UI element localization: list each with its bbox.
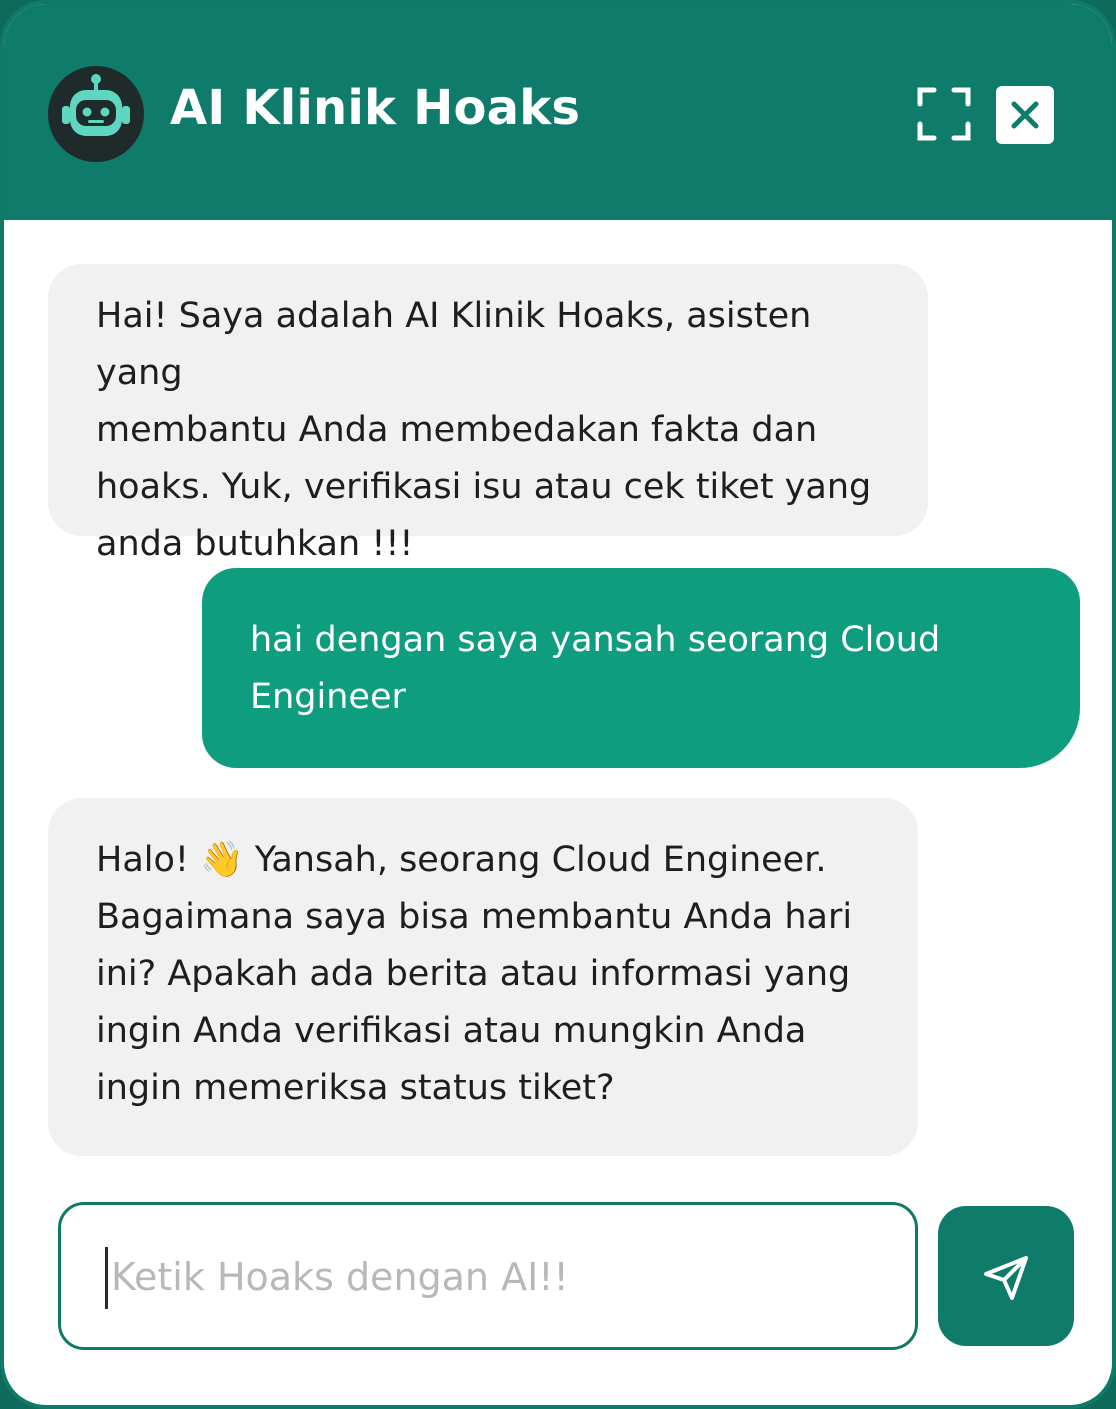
bot-message: Halo! 👋 Yansah, seorang Cloud Engineer. … xyxy=(48,798,918,1156)
fullscreen-icon xyxy=(917,87,971,141)
send-icon xyxy=(984,1256,1028,1300)
send-button[interactable] xyxy=(938,1206,1074,1346)
text-cursor xyxy=(105,1247,108,1309)
message-input-container[interactable] xyxy=(58,1202,918,1350)
message-list: Hai! Saya adalah AI Klinik Hoaks, asiste… xyxy=(4,220,1112,1405)
chat-header: AI Klinik Hoaks xyxy=(4,4,1112,220)
close-icon xyxy=(1011,101,1039,129)
chat-title: AI Klinik Hoaks xyxy=(170,80,581,136)
message-input[interactable] xyxy=(111,1235,891,1319)
user-message: hai dengan saya yansah seorang Cloud Eng… xyxy=(202,568,1080,768)
fullscreen-button[interactable] xyxy=(916,86,972,142)
chat-widget: AI Klinik Hoaks Hai! Saya adalah AI Klin… xyxy=(0,0,1116,1409)
close-button[interactable] xyxy=(996,86,1054,144)
robot-icon xyxy=(48,66,144,162)
bot-message: Hai! Saya adalah AI Klinik Hoaks, asiste… xyxy=(48,264,928,564)
